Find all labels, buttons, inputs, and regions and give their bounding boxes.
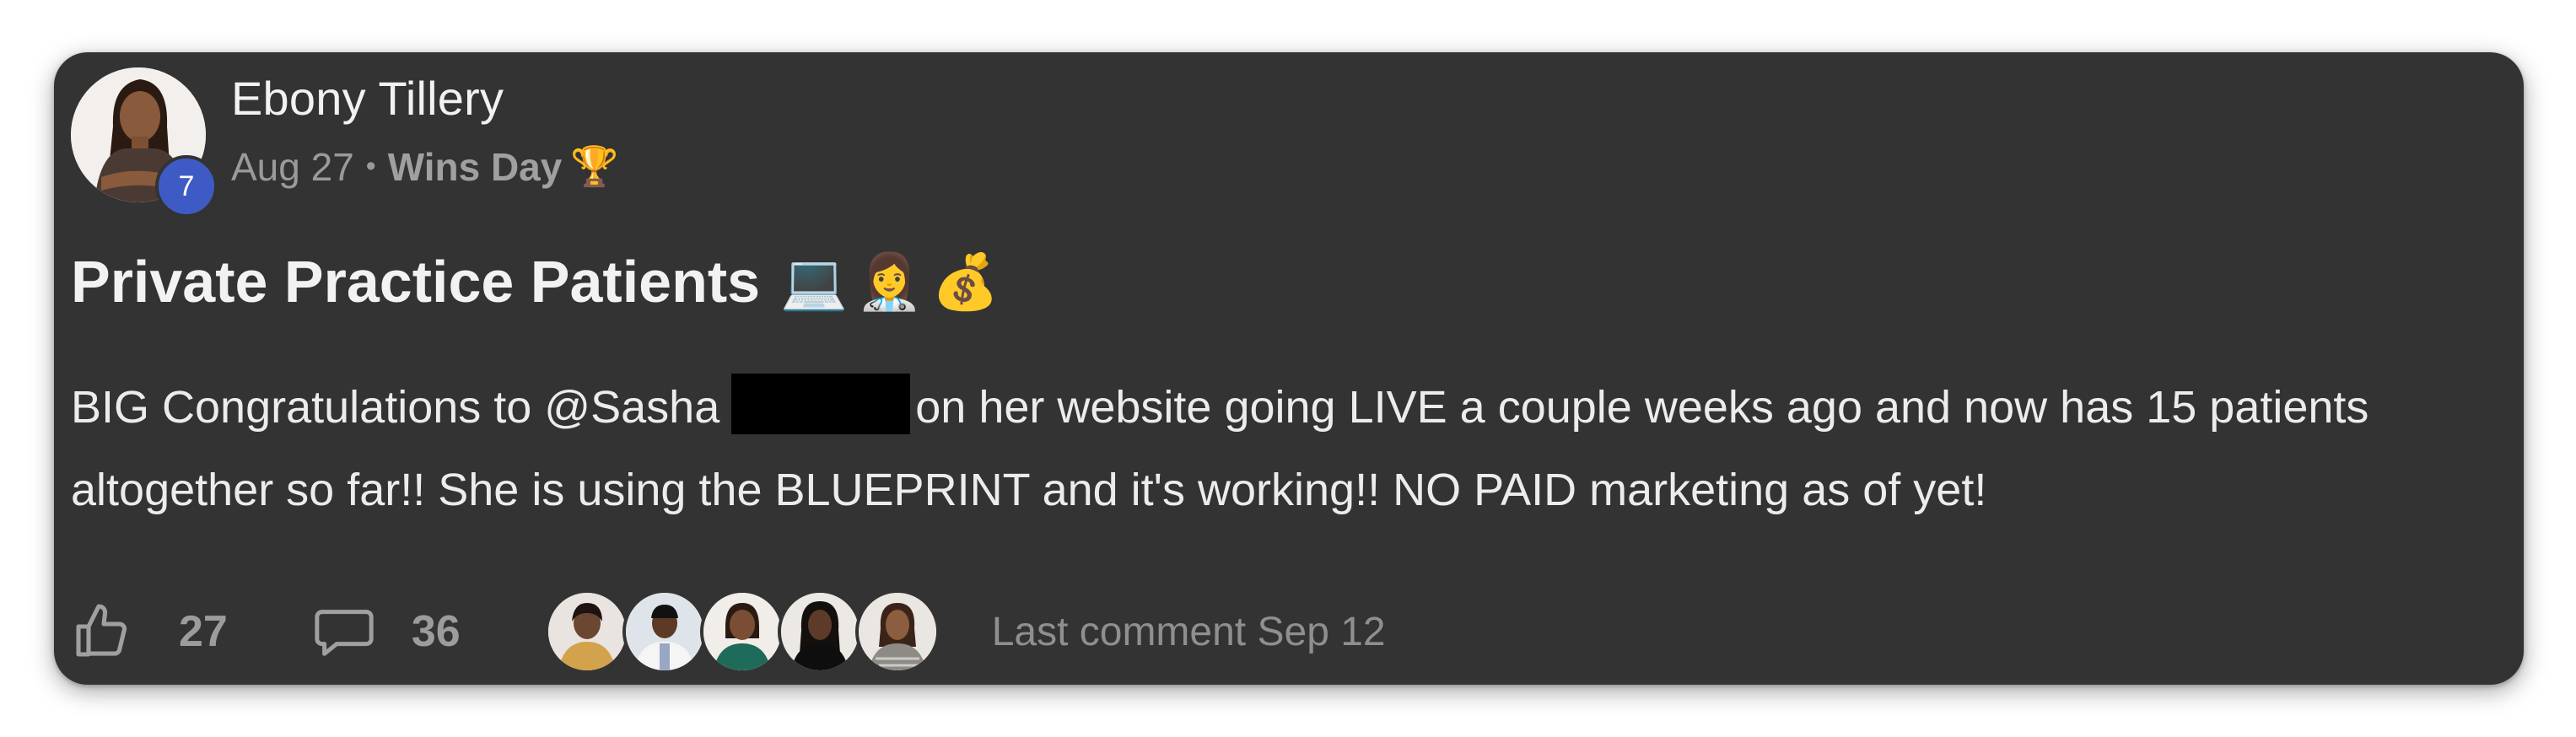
comment-count: 36	[411, 607, 461, 656]
author-avatar-wrap[interactable]: 7	[71, 67, 218, 218]
post-body[interactable]: BIG Congratulations to @Sasha on her webs…	[71, 366, 2517, 531]
like-button[interactable]: 27	[71, 601, 228, 662]
laptop-icon: 💻	[780, 250, 848, 312]
commenter-avatar[interactable]	[777, 589, 862, 674]
post-date[interactable]: Aug 27	[231, 144, 354, 190]
post-body-part1: BIG Congratulations to @Sasha	[71, 382, 720, 433]
post-category[interactable]: Wins Day	[388, 144, 563, 190]
commenter-avatar[interactable]	[854, 589, 940, 674]
doctor-woman-icon: 👩‍⚕️	[855, 250, 924, 312]
thumbs-up-icon[interactable]	[71, 601, 132, 662]
comment-button[interactable]: 36	[312, 601, 461, 662]
commenter-avatar[interactable]	[544, 589, 629, 674]
author-level-badge: 7	[155, 155, 218, 218]
commenter-avatars[interactable]	[544, 589, 940, 674]
post-title[interactable]: Private Practice Patients 💻 👩‍⚕️ 💰	[71, 248, 999, 315]
like-count: 27	[179, 607, 228, 656]
author-name[interactable]: Ebony Tillery	[231, 71, 504, 126]
last-comment-date: Last comment Sep 12	[991, 609, 1386, 654]
commenter-avatar[interactable]	[699, 589, 784, 674]
trophy-icon: 🏆	[570, 144, 619, 188]
post-footer: 27 36 Last comment Sep 12	[71, 585, 1386, 678]
comment-bubble-icon[interactable]	[312, 601, 376, 662]
meta-separator: •	[365, 150, 376, 182]
commenter-avatar[interactable]	[622, 589, 707, 674]
post-title-text[interactable]: Private Practice Patients	[71, 248, 760, 315]
post-card[interactable]: 7 Ebony Tillery Aug 27 • Wins Day 🏆 Priv…	[54, 52, 2524, 685]
title-emojis: 💻 👩‍⚕️ 💰	[780, 250, 999, 314]
post-meta: Aug 27 • Wins Day 🏆	[231, 143, 619, 190]
money-bag-icon: 💰	[931, 250, 1000, 312]
redacted-block	[731, 374, 911, 434]
